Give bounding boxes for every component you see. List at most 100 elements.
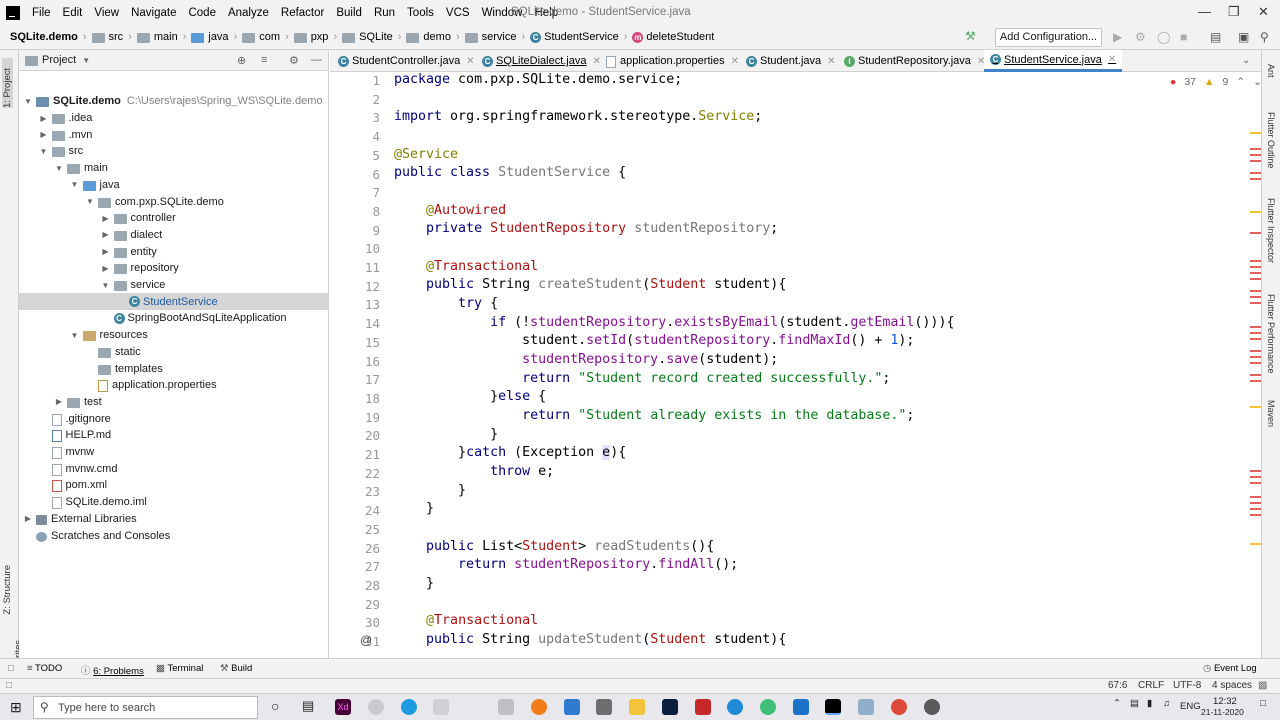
intellij-taskbar-icon[interactable] [825, 699, 841, 715]
chevron-down-icon[interactable]: ▼ [101, 281, 111, 290]
project-structure-icon[interactable]: ▤ [1210, 30, 1221, 44]
edge-icon[interactable] [727, 699, 743, 715]
tool-tab-ant[interactable]: Ant [1266, 64, 1276, 78]
menu-file[interactable]: File [26, 7, 57, 19]
tool-terminal[interactable]: ▩ Terminal [156, 663, 203, 674]
tree-item-sqlite-demo-iml[interactable]: SQLite.demo.iml [19, 494, 329, 511]
tree-item-scratches-and-consoles[interactable]: Scratches and Consoles [19, 527, 329, 544]
close-tab-icon[interactable]: ✕ [731, 56, 739, 67]
tree-item-controller[interactable]: ▶ controller [19, 210, 329, 227]
tab-studentservice[interactable]: C StudentService.java ✕ [984, 50, 1123, 72]
inspection-widget[interactable]: ● 37 ▲ 9 ⌃ ⌄ [1170, 76, 1261, 88]
panel-toggle-icon[interactable]: □ [8, 663, 14, 674]
tree-item-sqlite-demo[interactable]: ▼ SQLite.demo C:\Users\rajes\Spring_WS\SQL… [19, 93, 329, 110]
app-icon[interactable] [368, 699, 384, 715]
tree-item-dialect[interactable]: ▶ dialect [19, 227, 329, 244]
chevron-up-icon[interactable]: ⌃ [1236, 76, 1245, 88]
task-view-icon[interactable]: ▤ [302, 698, 314, 714]
tool-problems[interactable]: ⓘ 6: Problems [81, 663, 144, 677]
app-icon[interactable] [695, 699, 711, 715]
menu-vcs[interactable]: VCS [440, 7, 476, 19]
coverage-icon[interactable]: ◯ [1157, 30, 1170, 44]
breadcrumb-java[interactable]: java [208, 31, 228, 43]
stop-icon[interactable]: ■ [1180, 30, 1187, 44]
clock-date[interactable]: 21-11-2020 [1201, 707, 1244, 717]
code-editor[interactable]: 1 2 3 4 5 6 7 8 9 10 11 12 13 14 15 16 17 18 19 20 21 22 23 24 2… [330, 72, 1261, 658]
menu-run[interactable]: Run [368, 7, 401, 19]
add-configuration-button[interactable]: Add Configuration... [995, 28, 1102, 47]
breadcrumb-sqlite[interactable]: SQLite [359, 31, 393, 43]
build-hammer-icon[interactable]: ⚒ [965, 29, 976, 43]
menu-refactor[interactable]: Refactor [275, 7, 330, 19]
breadcrumb-main[interactable]: main [154, 31, 178, 43]
tree-item-application-properties[interactable]: application.properties [19, 377, 329, 394]
tool-tab-flutter-outline[interactable]: Flutter Outline [1266, 112, 1276, 169]
tabs-menu-chevron-icon[interactable]: ⌄ [1242, 55, 1250, 66]
breadcrumb-demo[interactable]: demo [423, 31, 451, 43]
close-tab-icon[interactable]: ✕ [466, 56, 474, 67]
file-explorer-icon[interactable] [629, 699, 645, 715]
tool-event-log[interactable]: ◷ Event Log [1203, 663, 1257, 674]
tool-tab-maven[interactable]: Maven [1266, 400, 1276, 427]
tree-item-java[interactable]: ▼ java [19, 177, 329, 194]
app-icon[interactable] [498, 699, 514, 715]
tool-build[interactable]: ⚒ Build [220, 663, 252, 674]
indent-setting[interactable]: 4 spaces [1212, 680, 1252, 691]
tree-item-pom-xml[interactable]: pom.xml [19, 477, 329, 494]
language-indicator[interactable]: ENG [1180, 701, 1201, 712]
search-everywhere-icon[interactable]: ⚲ [1260, 30, 1269, 44]
layout-icon[interactable]: ▣ [1238, 30, 1249, 44]
chevron-right-icon[interactable]: ▶ [39, 114, 49, 123]
app-icon[interactable] [858, 699, 874, 715]
chevron-down-icon[interactable]: ▼ [23, 97, 33, 106]
menu-code[interactable]: Code [182, 7, 222, 19]
app-icon[interactable] [760, 699, 776, 715]
menu-build[interactable]: Build [330, 7, 368, 19]
collapse-all-icon[interactable]: ≡ [261, 54, 267, 66]
locate-icon[interactable]: ⊕ [237, 54, 246, 67]
tab-studentcontroller[interactable]: C StudentController.java ✕ [332, 50, 481, 72]
override-marker-icon[interactable]: @ [360, 633, 372, 647]
breadcrumb-src[interactable]: src [109, 31, 124, 43]
menu-tools[interactable]: Tools [401, 7, 440, 19]
vscode-icon[interactable] [793, 699, 809, 715]
line-separator[interactable]: CRLF [1138, 680, 1164, 691]
tree-item-entity[interactable]: ▶ entity [19, 243, 329, 260]
breadcrumb-com[interactable]: com [259, 31, 280, 43]
mail-icon[interactable] [564, 699, 580, 715]
close-tab-icon[interactable]: ✕ [827, 56, 835, 67]
chevron-right-icon[interactable]: ▶ [54, 397, 64, 406]
network-icon[interactable]: ▤ [1130, 698, 1139, 709]
chevron-down-icon[interactable]: ▼ [85, 197, 95, 206]
chevron-down-icon[interactable]: ▼ [39, 147, 49, 156]
tree-item-com-pxp-sqlite-demo[interactable]: ▼ com.pxp.SQLite.demo [19, 193, 329, 210]
chevron-right-icon[interactable]: ▶ [39, 130, 49, 139]
tree-item-idea[interactable]: ▶ .idea [19, 110, 329, 127]
project-view-selector[interactable]: Project [42, 54, 76, 66]
breadcrumb-project[interactable]: SQLite.demo [10, 31, 78, 43]
chevron-right-icon[interactable]: ▶ [101, 214, 111, 223]
tool-tab-flutter-inspector[interactable]: Flutter Inspector [1266, 198, 1276, 263]
close-tab-icon[interactable]: ✕ [1108, 54, 1116, 65]
tab-student[interactable]: C Student.java ✕ [740, 50, 842, 72]
cortana-icon[interactable]: ○ [271, 698, 279, 714]
edge-beta-icon[interactable] [401, 699, 417, 715]
tool-tab-project[interactable]: 1: Project [2, 58, 13, 108]
status-toggle-icon[interactable]: □ [6, 680, 12, 691]
tool-tab-structure[interactable]: Z: Structure [2, 565, 13, 615]
tree-item-static[interactable]: static [19, 344, 329, 361]
minimize-icon[interactable]: — [1198, 4, 1211, 19]
lock-icon[interactable]: ▩ [1258, 680, 1267, 691]
file-encoding[interactable]: UTF-8 [1173, 680, 1201, 691]
tab-application-properties[interactable]: application.properties ✕ [600, 50, 745, 72]
tree-item-repository[interactable]: ▶ repository [19, 260, 329, 277]
chevron-down-icon[interactable]: ▼ [70, 180, 80, 189]
tool-todo[interactable]: ≡ TODO [27, 663, 62, 674]
hide-panel-icon[interactable]: — [311, 54, 322, 66]
taskbar-search-input[interactable]: ⚲ Type here to search [33, 696, 258, 719]
chevron-right-icon[interactable]: ▶ [101, 247, 111, 256]
close-window-icon[interactable]: ✕ [1258, 4, 1269, 20]
run-icon[interactable]: ▶ [1113, 30, 1122, 44]
tray-chevron-icon[interactable]: ⌃ [1113, 698, 1121, 709]
breadcrumb-studentservice[interactable]: StudentService [544, 31, 619, 43]
